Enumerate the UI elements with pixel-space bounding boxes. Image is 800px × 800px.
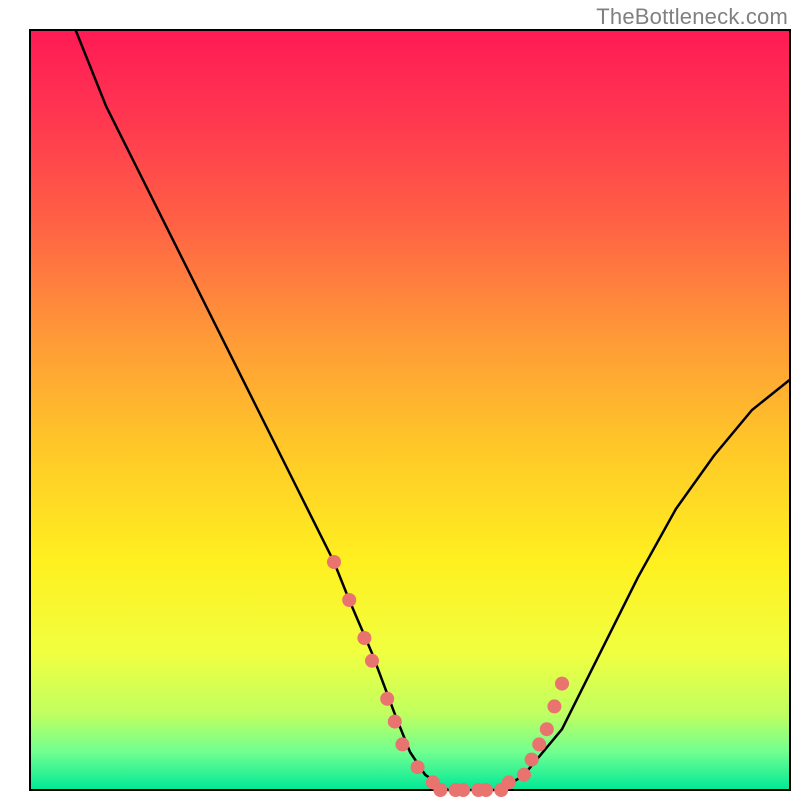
data-point — [380, 692, 394, 706]
data-point — [532, 737, 546, 751]
data-point — [357, 631, 371, 645]
data-point — [540, 722, 554, 736]
data-point — [388, 715, 402, 729]
plot-background — [30, 30, 790, 790]
data-point — [411, 760, 425, 774]
chart-svg — [0, 0, 800, 800]
data-point — [547, 699, 561, 713]
data-point — [555, 677, 569, 691]
data-point — [395, 737, 409, 751]
data-point — [327, 555, 341, 569]
data-point — [502, 775, 516, 789]
data-point — [517, 768, 531, 782]
data-point — [365, 654, 379, 668]
data-point — [342, 593, 356, 607]
data-point — [479, 783, 493, 797]
watermark-text: TheBottleneck.com — [596, 4, 788, 30]
data-point — [525, 753, 539, 767]
data-point — [456, 783, 470, 797]
data-point — [433, 783, 447, 797]
chart-container: TheBottleneck.com — [0, 0, 800, 800]
